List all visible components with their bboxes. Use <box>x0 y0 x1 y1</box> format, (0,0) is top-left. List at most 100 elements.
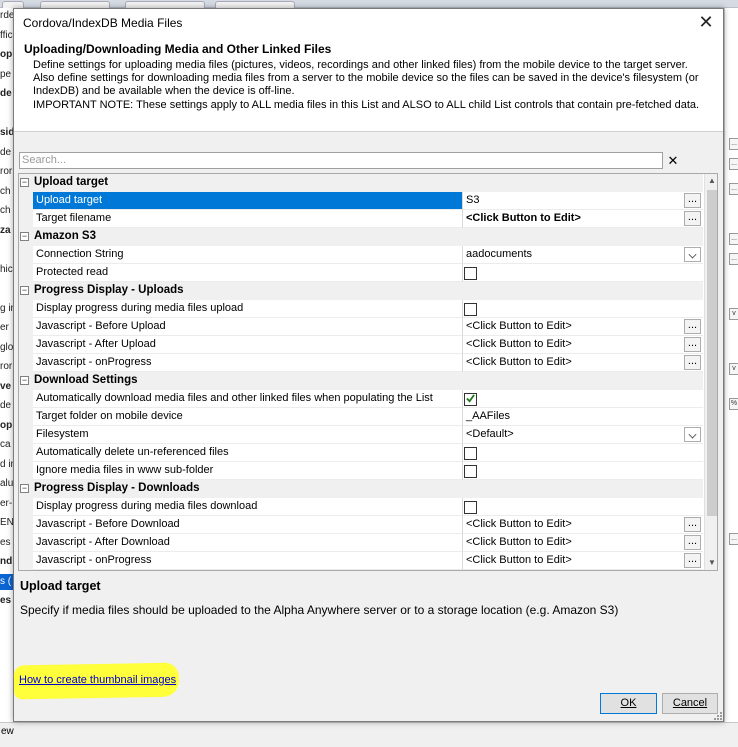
background-tab[interactable] <box>40 1 110 8</box>
edit-ellipsis-button[interactable]: ... <box>684 517 701 532</box>
grid-row-gutter <box>19 444 33 462</box>
search-input[interactable]: Search... <box>19 152 663 169</box>
edit-ellipsis-button[interactable]: ... <box>684 355 701 370</box>
background-button: v <box>729 308 738 320</box>
grid-property-row[interactable]: Javascript - Before Upload <Click Button … <box>19 318 703 336</box>
edit-ellipsis-button[interactable]: ... <box>684 553 701 568</box>
grid-property-row[interactable]: Automatically delete un-referenced files <box>19 444 703 462</box>
property-value[interactable]: aadocuments <box>462 246 703 264</box>
grid-category-label: Progress Display - Uploads <box>34 284 184 296</box>
property-value[interactable]: _AAFiles <box>462 408 703 426</box>
property-name[interactable]: Target folder on mobile device <box>33 408 462 426</box>
property-value[interactable]: <Click Button to Edit> <box>462 318 703 336</box>
cancel-button[interactable]: Cancel <box>662 693 718 714</box>
property-value[interactable]: <Click Button to Edit> <box>462 336 703 354</box>
property-checkbox[interactable] <box>464 393 477 406</box>
grid-row-gutter <box>19 246 33 264</box>
grid-property-row[interactable]: Automatically download media files and o… <box>19 390 703 408</box>
grid-property-row[interactable]: Javascript - onProgress <Click Button to … <box>19 552 703 570</box>
property-name[interactable]: Javascript - Before Upload <box>33 318 462 336</box>
property-value[interactable]: <Click Button to Edit> <box>462 534 703 552</box>
grid-row-gutter <box>19 462 33 480</box>
header-line: IMPORTANT NOTE: These settings apply to … <box>33 98 700 111</box>
property-checkbox[interactable] <box>464 303 477 316</box>
thumbnail-help-link[interactable]: How to create thumbnail images <box>19 674 176 686</box>
grid-property-row[interactable]: Filesystem <Default> <box>19 426 703 444</box>
property-name[interactable]: Upload target <box>33 192 462 210</box>
property-name[interactable]: Automatically delete un-referenced files <box>33 444 462 462</box>
grid-property-row[interactable]: Display progress during media files down… <box>19 498 703 516</box>
edit-ellipsis-button[interactable]: ... <box>684 193 701 208</box>
background-tab[interactable] <box>125 1 205 8</box>
property-name[interactable]: Automatically download media files and o… <box>33 390 462 408</box>
grid-property-row[interactable]: Connection String aadocuments <box>19 246 703 264</box>
property-name[interactable]: Javascript - After Download <box>33 534 462 552</box>
collapse-icon[interactable]: − <box>20 376 29 385</box>
property-name[interactable]: Javascript - Before Download <box>33 516 462 534</box>
property-value[interactable]: <Click Button to Edit> <box>462 516 703 534</box>
close-icon[interactable]: ✕ <box>695 12 717 34</box>
ok-button[interactable]: OK <box>600 693 657 714</box>
grid-category-label: Download Settings <box>34 374 138 386</box>
ok-button-label: OK <box>620 697 637 709</box>
dropdown-button[interactable] <box>684 247 701 262</box>
property-value[interactable]: <Click Button to Edit> <box>462 354 703 372</box>
scrollbar-thumb[interactable] <box>707 190 717 516</box>
grid-property-row[interactable]: Javascript - After Upload <Click Button t… <box>19 336 703 354</box>
edit-ellipsis-button[interactable]: ... <box>684 337 701 352</box>
property-value[interactable]: <Click Button to Edit> <box>462 552 703 570</box>
property-name[interactable]: Ignore media files in www sub-folder <box>33 462 462 480</box>
collapse-icon[interactable]: − <box>20 484 29 493</box>
grid-category[interactable]: − Upload target <box>19 174 703 192</box>
grid-property-row[interactable]: Ignore media files in www sub-folder <box>19 462 703 480</box>
property-name[interactable]: Javascript - After Upload <box>33 336 462 354</box>
property-checkbox[interactable] <box>464 447 477 460</box>
grid-property-row[interactable]: Protected read <box>19 264 703 282</box>
dropdown-button[interactable] <box>684 427 701 442</box>
property-name[interactable]: Protected read <box>33 264 462 282</box>
collapse-icon[interactable]: − <box>20 286 29 295</box>
property-checkbox[interactable] <box>464 501 477 514</box>
property-name[interactable]: Connection String <box>33 246 462 264</box>
property-checkbox[interactable] <box>464 267 477 280</box>
grid-property-row[interactable]: Javascript - onProgress <Click Button to … <box>19 354 703 372</box>
background-button: ... <box>729 533 738 545</box>
clear-search-icon[interactable]: ✕ <box>666 152 680 169</box>
grid-category[interactable]: − Download Settings <box>19 372 703 390</box>
grid-category[interactable]: − Amazon S3 <box>19 228 703 246</box>
property-name[interactable]: Javascript - onProgress <box>33 354 462 372</box>
property-value[interactable]: <Default> <box>462 426 703 444</box>
grid-category[interactable]: − Progress Display - Downloads <box>19 480 703 498</box>
property-value[interactable]: S3 <box>462 192 703 210</box>
collapse-icon[interactable]: − <box>20 232 29 241</box>
grid-property-row[interactable]: Javascript - Before Download <Click Butto… <box>19 516 703 534</box>
grid-category[interactable]: − Progress Display - Uploads <box>19 282 703 300</box>
grid-property-row[interactable]: Target folder on mobile device _AAFiles <box>19 408 703 426</box>
property-name[interactable]: Filesystem <box>33 426 462 444</box>
grid-property-row[interactable]: Upload target S3... <box>19 192 703 210</box>
property-value[interactable]: <Click Button to Edit> <box>462 210 703 228</box>
property-grid-scrollbar[interactable]: ▲ ▼ <box>704 174 717 570</box>
grid-property-row[interactable]: Display progress during media files uplo… <box>19 300 703 318</box>
collapse-icon[interactable]: − <box>20 178 29 187</box>
property-name[interactable]: Display progress during media files down… <box>33 498 462 516</box>
edit-ellipsis-button[interactable]: ... <box>684 211 701 226</box>
edit-ellipsis-button[interactable]: ... <box>684 319 701 334</box>
grid-property-row[interactable]: Target filename <Click Button to Edit>... <box>19 210 703 228</box>
dialog-titlebar[interactable]: Cordova/IndexDB Media Files ✕ <box>14 9 723 37</box>
grid-property-row[interactable]: Javascript - After Download <Click Button… <box>19 534 703 552</box>
header-description: Define settings for uploading media file… <box>33 59 713 112</box>
property-name[interactable]: Target filename <box>33 210 462 228</box>
property-name[interactable]: Javascript - onProgress <box>33 552 462 570</box>
background-button: ... <box>729 138 738 150</box>
scroll-up-icon[interactable]: ▲ <box>705 174 717 188</box>
property-checkbox[interactable] <box>464 465 477 478</box>
background-tab[interactable] <box>215 1 295 8</box>
background-tab[interactable] <box>2 1 24 8</box>
edit-ellipsis-button[interactable]: ... <box>684 535 701 550</box>
scroll-down-icon[interactable]: ▼ <box>705 556 717 570</box>
property-name[interactable]: Display progress during media files uplo… <box>33 300 462 318</box>
grid-row-gutter <box>19 336 33 354</box>
property-value-cell <box>462 498 703 516</box>
resize-grip-icon[interactable] <box>713 711 722 720</box>
